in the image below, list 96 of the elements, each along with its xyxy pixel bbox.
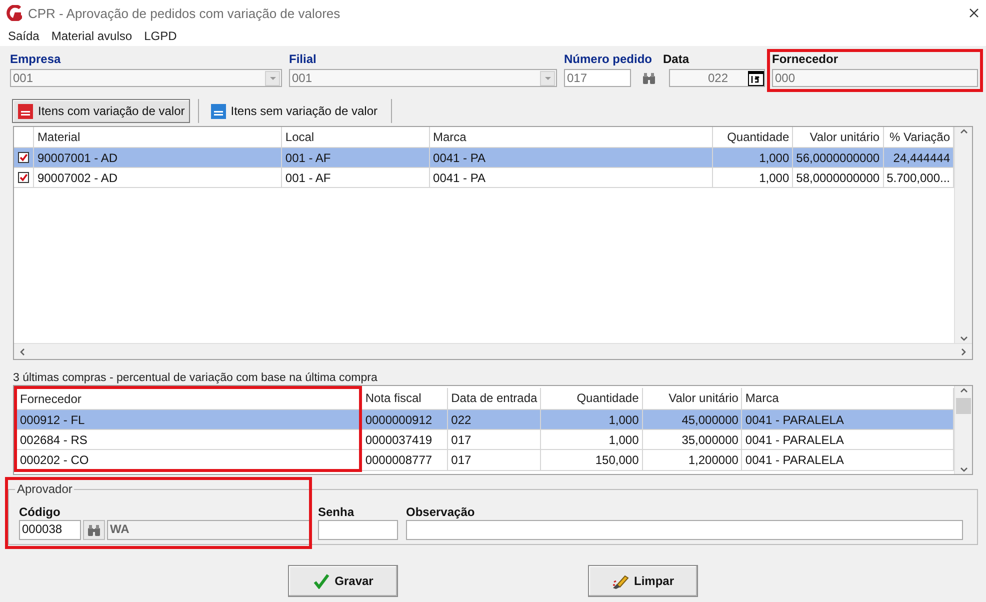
input-field[interactable]: 017 — [564, 69, 631, 87]
table-cell: 001 - AF — [282, 148, 430, 168]
scroll-left-icon[interactable] — [18, 346, 27, 356]
column-header[interactable]: % Variação — [883, 127, 954, 148]
field-label: Senha — [318, 505, 356, 519]
table-row[interactable]: 000202 - CO 0000008777 017 150,000 1,200000 0041 - PARALELA — [16, 450, 954, 470]
column-header[interactable]: Data de entrada — [448, 388, 541, 410]
table-cell: 45,000000 — [642, 410, 742, 430]
table-cell: 58,0000000000 — [792, 168, 884, 188]
table-row[interactable]: 90007002 - AD 001 - AF 0041 - PA 1,000 58,0000000000 5.700,000... — [14, 168, 954, 188]
binoculars-icon[interactable] — [642, 72, 656, 84]
column-header[interactable]: Quantidade — [712, 127, 793, 148]
table-cell: 0000000912 — [360, 410, 448, 430]
checkmark-icon — [312, 573, 330, 589]
window-title: CPR - Aprovação de pedidos com variação de valores — [28, 6, 342, 20]
table-cell: 90007001 - AD — [34, 148, 282, 168]
field-label: Número pedido — [564, 52, 654, 67]
dropdown[interactable]: 001 — [289, 69, 557, 87]
column-header[interactable]: Quantidade — [540, 388, 642, 410]
table-cell: 017 — [448, 430, 541, 450]
scroll-down-icon[interactable] — [958, 334, 968, 343]
scroll-up-icon[interactable] — [958, 127, 968, 136]
field-label: Data — [663, 52, 690, 67]
table-cell: 0041 - PARALELA — [742, 430, 954, 450]
tab[interactable]: Itens sem variação de valor — [204, 99, 382, 123]
table-cell: 0000037419 — [360, 430, 448, 450]
tab[interactable]: Itens com variação de valor — [12, 99, 190, 123]
search-button[interactable] — [83, 520, 105, 540]
table-cell: 0041 - PARALELA — [742, 450, 954, 470]
table-cell: 1,000 — [712, 148, 793, 168]
scroll-thumb[interactable] — [956, 398, 971, 414]
checkbox[interactable] — [18, 172, 30, 183]
check-icon — [19, 173, 28, 182]
input-field[interactable] — [406, 520, 963, 540]
input-field: WA — [107, 520, 310, 540]
table-row[interactable]: 90007001 - AD 001 - AF 0041 - PA 1,000 56,0000000000 24,444444 — [14, 148, 954, 168]
table-cell: 1,000 — [540, 410, 642, 430]
column-header[interactable]: Nota fiscal — [360, 388, 448, 410]
input-field[interactable]: 000 — [772, 69, 978, 87]
field-label: Observação — [406, 505, 476, 519]
table-cell: 001 - AF — [282, 168, 430, 188]
column-header[interactable]: Local — [282, 127, 430, 148]
table-cell: 002684 - RS — [16, 430, 361, 450]
field-label: Empresa — [10, 52, 62, 67]
group-label: Aprovador — [15, 482, 74, 496]
checkbox[interactable] — [18, 152, 30, 163]
field-label: Filial — [289, 52, 318, 67]
field-label: Código — [19, 505, 62, 519]
field-label: Fornecedor — [772, 52, 840, 67]
scroll-down-icon[interactable] — [958, 465, 968, 474]
save-button[interactable]: Gravar — [288, 565, 398, 597]
calendar-icon[interactable] — [748, 70, 764, 86]
scroll-up-icon[interactable] — [958, 386, 968, 395]
table-cell: 0041 - PA — [430, 148, 713, 168]
binoculars-icon — [87, 524, 101, 536]
scroll-right-icon[interactable] — [959, 346, 968, 356]
clear-button[interactable]: Limpar — [588, 565, 698, 597]
table-cell: 000912 - FL — [16, 410, 361, 430]
table-cell: 022 — [448, 410, 541, 430]
table-cell: 1,200000 — [642, 450, 742, 470]
menu-item[interactable]: Saída — [2, 29, 46, 43]
table-cell: 017 — [448, 450, 541, 470]
input-field[interactable]: 000038 — [19, 520, 81, 540]
password-field[interactable] — [318, 520, 398, 540]
field-value: 001 — [292, 71, 312, 85]
field-value: 001 — [13, 71, 34, 85]
table-cell: 90007002 - AD — [34, 168, 282, 188]
column-header[interactable]: Valor unitário — [642, 388, 742, 410]
table-cell: 0000008777 — [360, 450, 448, 470]
column-header[interactable]: Valor unitário — [792, 127, 884, 148]
scrollbar[interactable] — [14, 343, 972, 359]
dropdown[interactable]: 001 — [10, 69, 282, 87]
column-header[interactable]: Marca — [742, 388, 954, 410]
table-cell: 000202 - CO — [16, 450, 361, 470]
column-header[interactable]: Fornecedor — [16, 388, 361, 410]
table-cell: 35,000000 — [642, 430, 742, 450]
column-header[interactable]: Marca — [430, 127, 713, 148]
brush-icon — [612, 572, 629, 590]
menu-item[interactable]: LGPD — [138, 29, 183, 43]
table-cell: 1,000 — [712, 168, 793, 188]
table-cell: 150,000 — [540, 450, 642, 470]
scrollbar[interactable] — [954, 386, 972, 474]
table-cell: 0041 - PA — [430, 168, 713, 188]
check-icon — [19, 153, 28, 162]
app-logo-icon — [6, 5, 22, 21]
column-header[interactable]: Material — [34, 127, 282, 148]
menu-item[interactable]: Material avulso — [45, 29, 138, 43]
section-caption: 3 últimas compras - percentual de variação com base na última compra — [13, 372, 378, 384]
close-icon[interactable] — [968, 7, 980, 19]
table-row[interactable]: 002684 - RS 0000037419 017 1,000 35,000000 0041 - PARALELA — [16, 430, 954, 450]
date-field[interactable]: 022 — [669, 69, 765, 87]
table-cell: 1,000 — [540, 430, 642, 450]
scrollbar[interactable] — [954, 127, 972, 343]
table-row[interactable]: 000912 - FL 0000000912 022 1,000 45,000000 0041 - PARALELA — [16, 410, 954, 430]
table-cell: 0041 - PARALELA — [742, 410, 954, 430]
table-cell: 56,0000000000 — [792, 148, 884, 168]
